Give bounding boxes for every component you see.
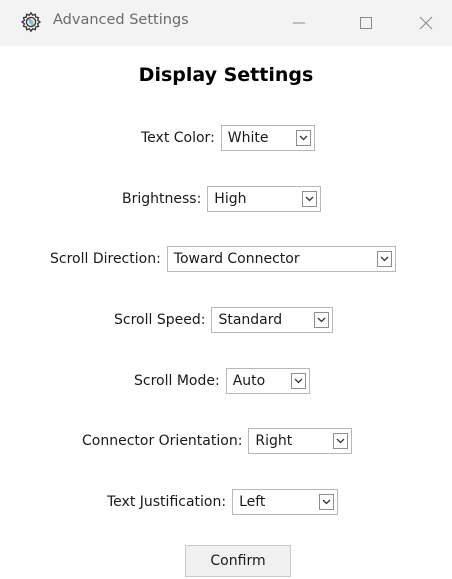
maximize-icon	[360, 17, 372, 29]
text-color-value: White	[227, 130, 269, 146]
brightness-value: High	[214, 191, 247, 207]
scroll-mode-row: Scroll Mode: Auto	[134, 367, 310, 395]
confirm-button[interactable]: Confirm	[185, 545, 291, 577]
scroll-speed-select[interactable]: Standard	[211, 307, 334, 333]
scroll-speed-row: Scroll Speed: Standard	[114, 306, 334, 334]
scroll-direction-select[interactable]: Toward Connector	[166, 246, 396, 272]
scroll-direction-value: Toward Connector	[173, 251, 300, 267]
chevron-down-icon[interactable]	[290, 373, 306, 389]
title-bar[interactable]: Advanced Settings	[0, 0, 452, 46]
scroll-mode-select[interactable]: Auto	[225, 368, 310, 394]
maximize-button[interactable]	[346, 8, 386, 38]
chevron-down-icon[interactable]	[376, 251, 392, 267]
brightness-row: Brightness: High	[122, 185, 322, 213]
minimize-button[interactable]	[280, 8, 320, 38]
chevron-down-icon[interactable]	[314, 312, 330, 328]
connector-orientation-select[interactable]: Right	[248, 428, 353, 454]
connector-orientation-label: Connector Orientation:	[82, 433, 243, 449]
scroll-speed-label: Scroll Speed:	[114, 312, 206, 328]
chevron-down-icon[interactable]	[333, 433, 349, 449]
text-justification-select[interactable]: Left	[232, 489, 339, 515]
scroll-direction-row: Scroll Direction: Toward Connector	[50, 245, 396, 273]
chevron-down-icon[interactable]	[295, 130, 311, 146]
gear-icon	[20, 11, 42, 33]
text-justification-value: Left	[239, 494, 266, 510]
scroll-speed-value: Standard	[218, 312, 283, 328]
brightness-label: Brightness:	[122, 191, 202, 207]
connector-orientation-row: Connector Orientation: Right	[82, 427, 353, 455]
close-icon	[419, 16, 433, 30]
close-button[interactable]	[412, 8, 452, 38]
window-title: Advanced Settings	[53, 12, 189, 28]
scroll-direction-label: Scroll Direction:	[50, 251, 161, 267]
text-color-row: Text Color: White	[141, 124, 315, 152]
page-title: Display Settings	[138, 64, 314, 86]
scroll-mode-label: Scroll Mode:	[134, 373, 220, 389]
text-color-label: Text Color:	[141, 130, 215, 146]
scroll-mode-value: Auto	[232, 373, 266, 389]
minimize-icon	[293, 22, 305, 24]
text-justification-label: Text Justification:	[107, 494, 227, 510]
chevron-down-icon[interactable]	[302, 191, 318, 207]
connector-orientation-value: Right	[255, 433, 293, 449]
text-color-select[interactable]: White	[220, 125, 315, 151]
text-justification-row: Text Justification: Left	[107, 488, 339, 516]
chevron-down-icon[interactable]	[319, 494, 335, 510]
brightness-select[interactable]: High	[207, 186, 322, 212]
